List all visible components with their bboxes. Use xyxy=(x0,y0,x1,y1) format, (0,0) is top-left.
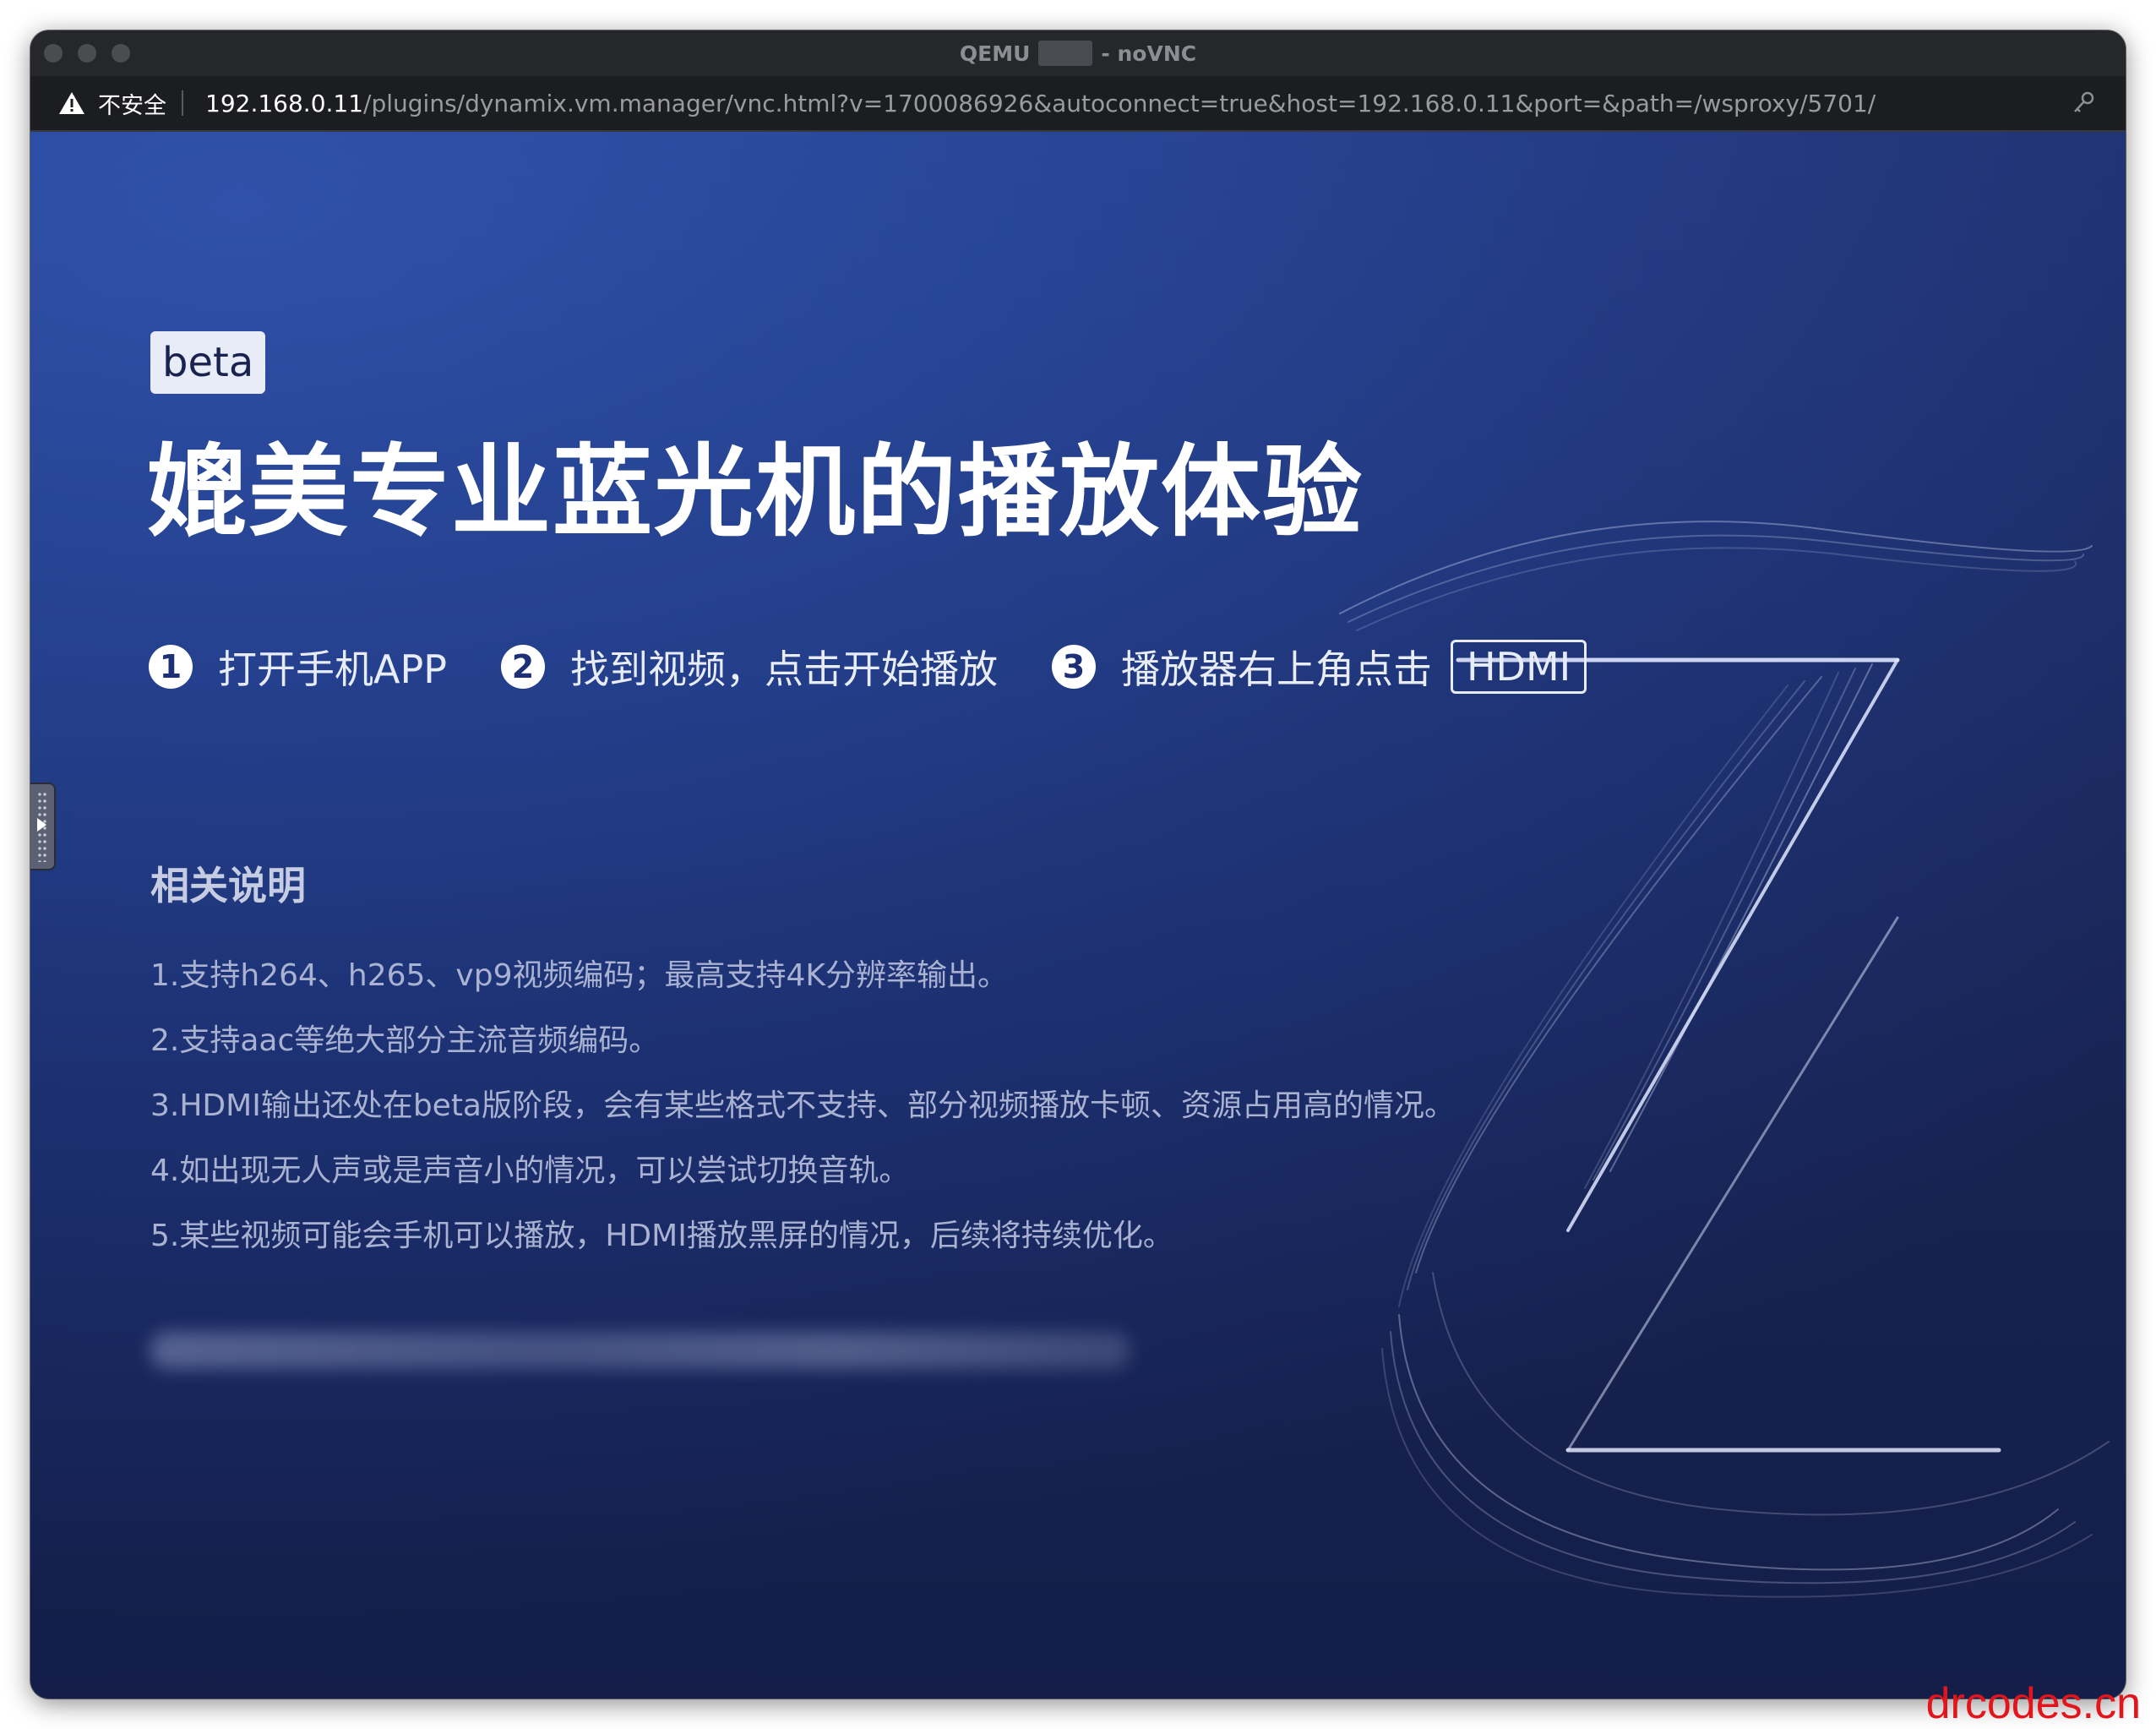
browser-window: QEMU - noVNC 不安全 192.168.0.11/plugins/dy… xyxy=(30,30,2126,1699)
window-title: QEMU - noVNC xyxy=(30,30,2126,76)
window-title-suffix: - noVNC xyxy=(1101,41,1197,66)
notes-title: 相关说明 xyxy=(150,863,306,908)
blurred-text xyxy=(150,1332,1130,1369)
step-2-text: 找到视频，点击开始播放 xyxy=(569,646,998,692)
url-path: /plugins/dynamix.vm.manager/vnc.html?v=1… xyxy=(363,89,1876,117)
steps-row: 1 打开手机APP 2 找到视频，点击开始播放 3 播放器右上角点击 HDMI xyxy=(149,639,1641,695)
note-item: 3.HDMI输出还处在beta版阶段，会有某些格式不支持、部分视频播放卡顿、资源… xyxy=(150,1088,1455,1123)
notes-list: 1.支持h264、h265、vp9视频编码；最高支持4K分辨率输出。 2.支持a… xyxy=(150,943,1455,1268)
address-bar[interactable]: 不安全 192.168.0.11/plugins/dynamix.vm.mana… xyxy=(30,76,2126,132)
headline: 媲美专业蓝光机的播放体验 xyxy=(147,434,1364,550)
warning-icon[interactable] xyxy=(57,90,86,116)
note-item: 4.如出现无人声或是声音小的情况，可以尝试切换音轨。 xyxy=(150,1154,910,1188)
vnc-screen[interactable]: beta 媲美专业蓝光机的播放体验 1 打开手机APP 2 找到视频，点击开始播… xyxy=(30,132,2126,1699)
novnc-control-bar-handle[interactable] xyxy=(30,783,56,870)
window-titlebar: QEMU - noVNC xyxy=(30,30,2126,77)
note-item: 2.支持aac等绝大部分主流音频编码。 xyxy=(150,1023,660,1058)
step-1: 1 打开手机APP xyxy=(149,639,447,695)
hdmi-label: HDMI xyxy=(1450,640,1587,694)
step-1-number: 1 xyxy=(149,645,193,689)
watermark: drcodes.cn xyxy=(1925,1679,2141,1728)
step-3-number: 3 xyxy=(1051,645,1096,689)
key-icon[interactable] xyxy=(2072,90,2097,115)
note-item: 5.某些视频可能会手机可以播放，HDMI播放黑屏的情况，后续将持续优化。 xyxy=(150,1219,1173,1253)
url-text[interactable]: 192.168.0.11/plugins/dynamix.vm.manager/… xyxy=(205,90,1876,117)
window-title-app: QEMU xyxy=(959,41,1031,66)
step-1-text: 打开手机APP xyxy=(218,646,447,692)
step-2: 2 找到视频，点击开始播放 xyxy=(500,639,998,695)
beta-badge: beta xyxy=(150,331,266,394)
step-3: 3 播放器右上角点击 HDMI xyxy=(1051,639,1587,695)
url-host: 192.168.0.11 xyxy=(205,89,364,117)
step-2-number: 2 xyxy=(500,645,545,689)
address-separator xyxy=(182,90,183,116)
step-3-text: 播放器右上角点击 xyxy=(1120,646,1432,692)
note-item: 1.支持h264、h265、vp9视频编码；最高支持4K分辨率输出。 xyxy=(150,958,1008,993)
redacted-vm-name xyxy=(1038,41,1093,66)
expand-arrow-icon xyxy=(37,818,46,832)
security-label[interactable]: 不安全 xyxy=(98,87,166,120)
